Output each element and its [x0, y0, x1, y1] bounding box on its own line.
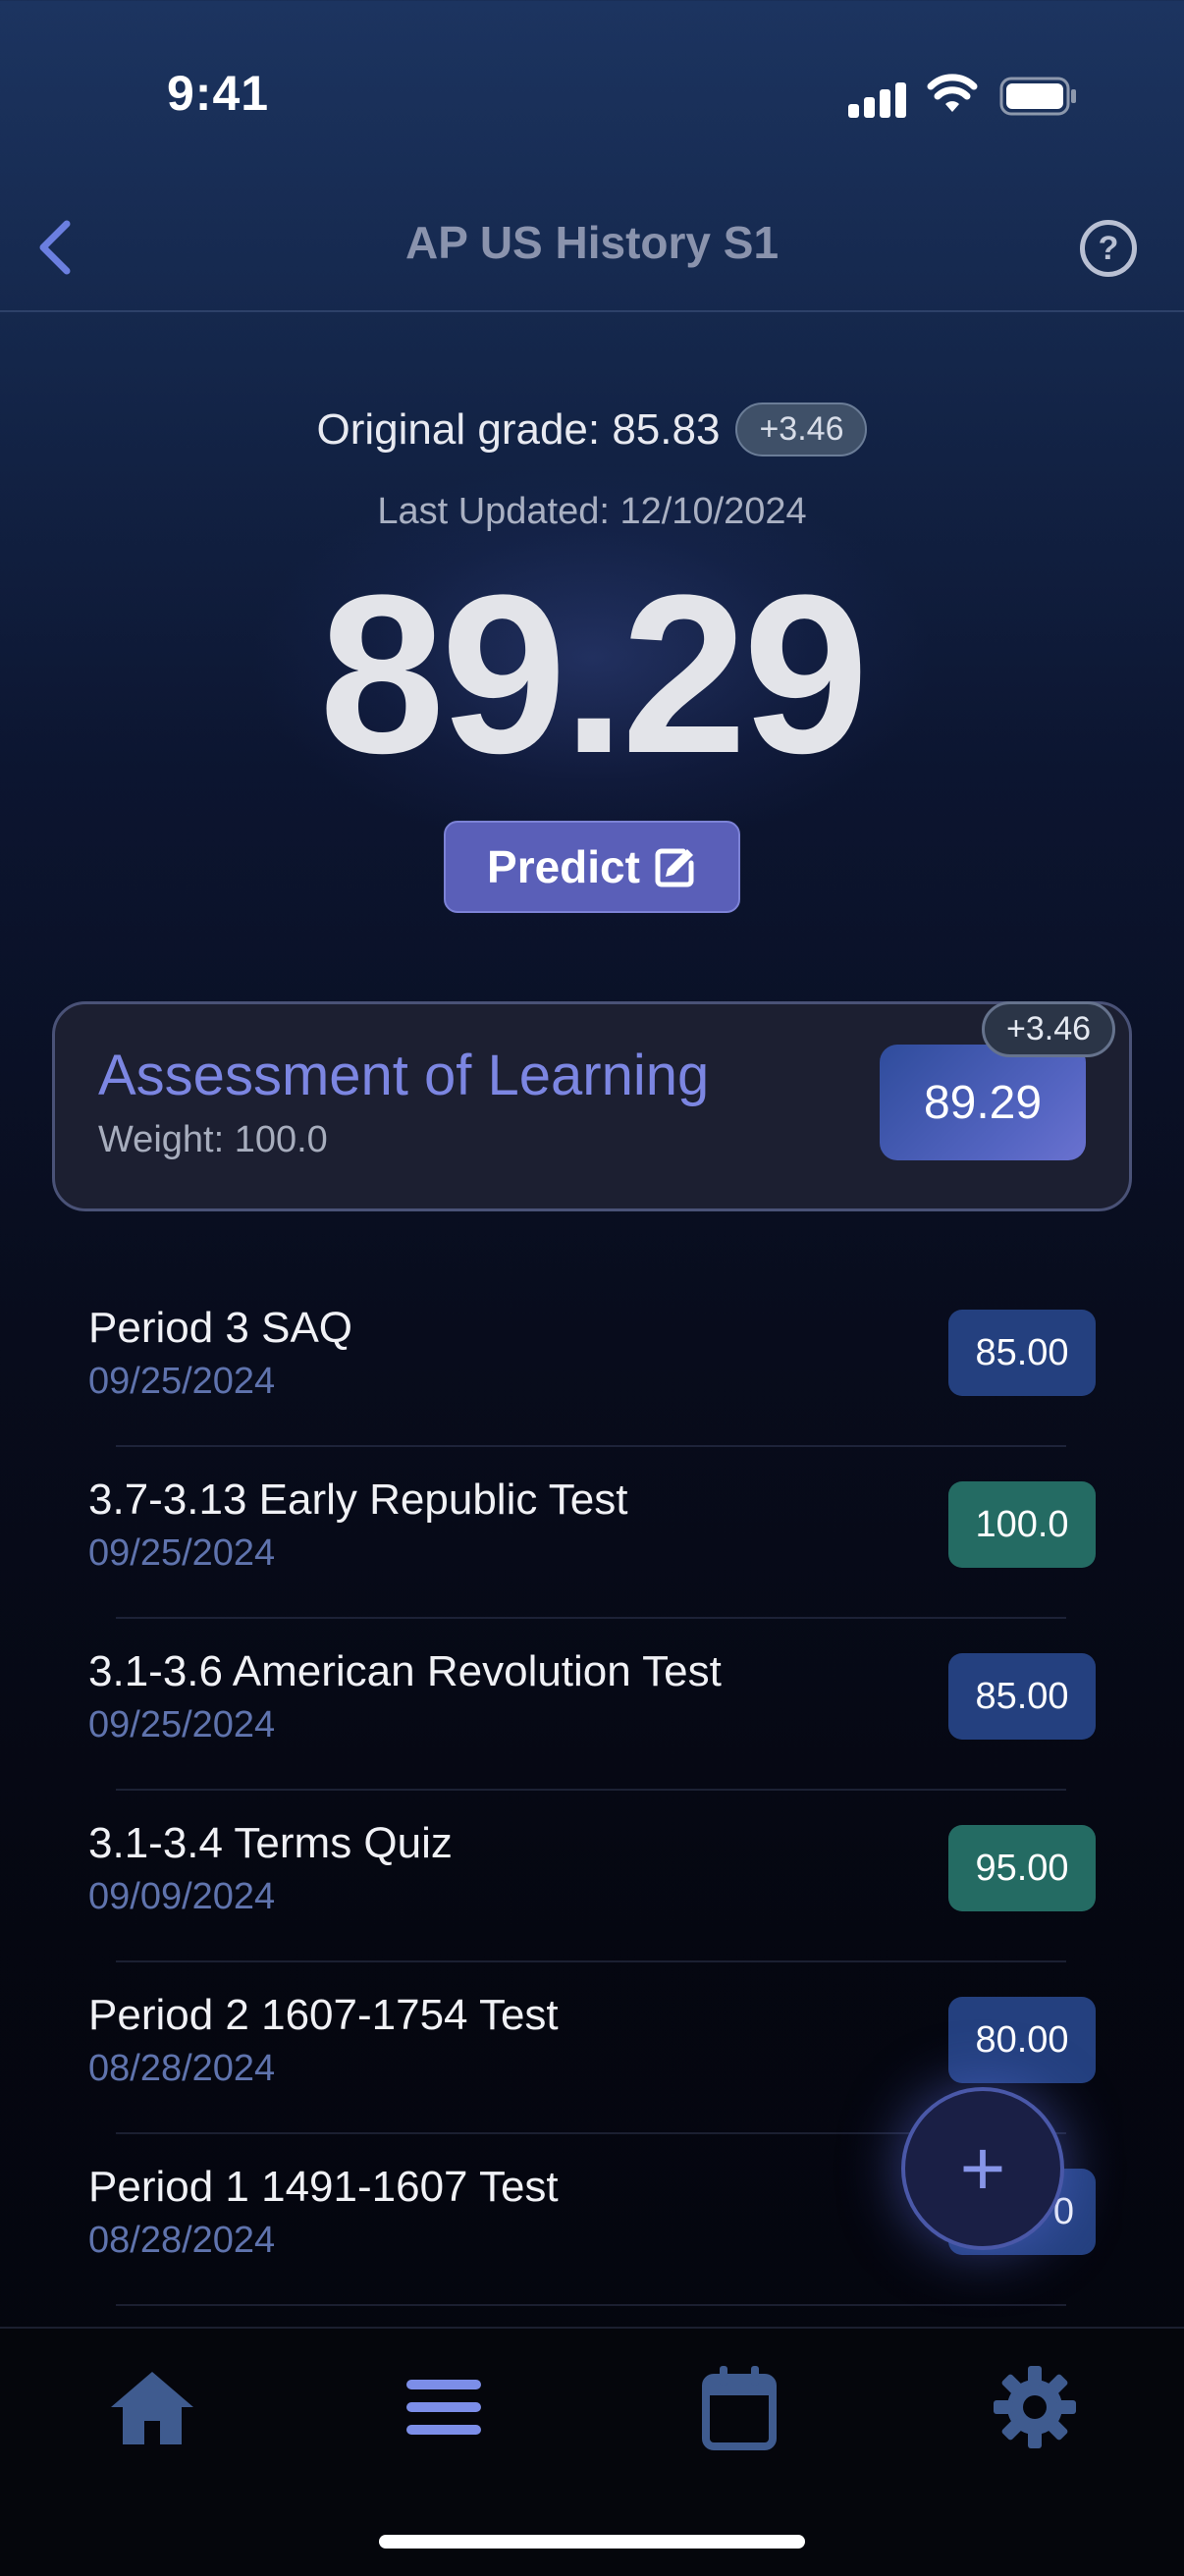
- assignment-name: Period 3 SAQ: [88, 1304, 353, 1352]
- list-item[interactable]: Period 3 SAQ 09/25/2024 85.00: [0, 1276, 1184, 1448]
- assignment-score[interactable]: 85.00: [948, 1653, 1096, 1740]
- list-item[interactable]: 3.1-3.4 Terms Quiz 09/09/2024 95.00: [0, 1792, 1184, 1963]
- original-grade-label: Original grade: 85.83: [316, 404, 721, 454]
- assignment-date: 08/28/2024: [88, 2220, 276, 2261]
- row-divider: [116, 1789, 1066, 1791]
- assignment-date: 09/09/2024: [88, 1876, 276, 1917]
- predict-button[interactable]: Predict: [444, 821, 740, 913]
- category-weight: Weight: 100.0: [98, 1119, 328, 1160]
- assignment-score[interactable]: 80.00: [948, 1997, 1096, 2083]
- nav-divider: [0, 310, 1184, 312]
- cellular-signal-icon: [848, 79, 907, 118]
- row-divider: [116, 1445, 1066, 1447]
- assignment-score[interactable]: 85.00: [948, 1310, 1096, 1396]
- current-grade: 89.29: [319, 548, 869, 800]
- assignment-name: 3.1-3.4 Terms Quiz: [88, 1819, 453, 1867]
- last-updated-text: Last Updated: 12/10/2024: [377, 491, 807, 532]
- assignment-score[interactable]: 100.0: [948, 1481, 1096, 1568]
- add-assignment-button[interactable]: +: [901, 2087, 1064, 2250]
- wifi-icon: [927, 74, 978, 112]
- calendar-icon[interactable]: [690, 2358, 788, 2456]
- original-grade-row: Original grade: 85.83 +3.46: [0, 402, 1184, 456]
- help-icon[interactable]: ?: [1080, 220, 1137, 277]
- assignment-date: 08/28/2024: [88, 2048, 276, 2089]
- row-divider: [116, 1960, 1066, 1962]
- row-divider: [116, 1617, 1066, 1619]
- assignment-date: 09/25/2024: [88, 1704, 276, 1745]
- plus-icon: +: [959, 2124, 1006, 2212]
- assignment-date: 09/25/2024: [88, 1532, 276, 1574]
- home-icon[interactable]: [103, 2358, 201, 2456]
- edit-icon: [655, 848, 694, 887]
- battery-icon: [999, 77, 1076, 116]
- category-name: Assessment of Learning: [98, 1044, 710, 1107]
- category-delta-badge: +3.46: [982, 1001, 1116, 1057]
- home-indicator: [379, 2535, 805, 2549]
- assignment-name: Period 2 1607-1754 Test: [88, 1991, 559, 2039]
- status-time: 9:41: [167, 66, 270, 121]
- help-icon-glyph: ?: [1098, 229, 1119, 267]
- row-divider: [116, 2304, 1066, 2306]
- assignment-score[interactable]: 95.00: [948, 1825, 1096, 1911]
- page-title: AP US History S1: [404, 217, 780, 268]
- assignment-name: Period 1 1491-1607 Test: [88, 2163, 559, 2211]
- assignment-date: 09/25/2024: [88, 1361, 276, 1402]
- gear-icon[interactable]: [986, 2358, 1084, 2456]
- list-item[interactable]: 3.7-3.13 Early Republic Test 09/25/2024 …: [0, 1448, 1184, 1620]
- assignment-name: 3.7-3.13 Early Republic Test: [88, 1476, 628, 1524]
- predict-button-label: Predict: [487, 841, 640, 892]
- list-item[interactable]: 3.1-3.6 American Revolution Test 09/25/2…: [0, 1620, 1184, 1792]
- category-grade-badge: 89.29: [880, 1045, 1086, 1160]
- list-icon[interactable]: [395, 2358, 493, 2456]
- grade-delta-badge: +3.46: [735, 402, 868, 456]
- assignment-name: 3.1-3.6 American Revolution Test: [88, 1647, 722, 1695]
